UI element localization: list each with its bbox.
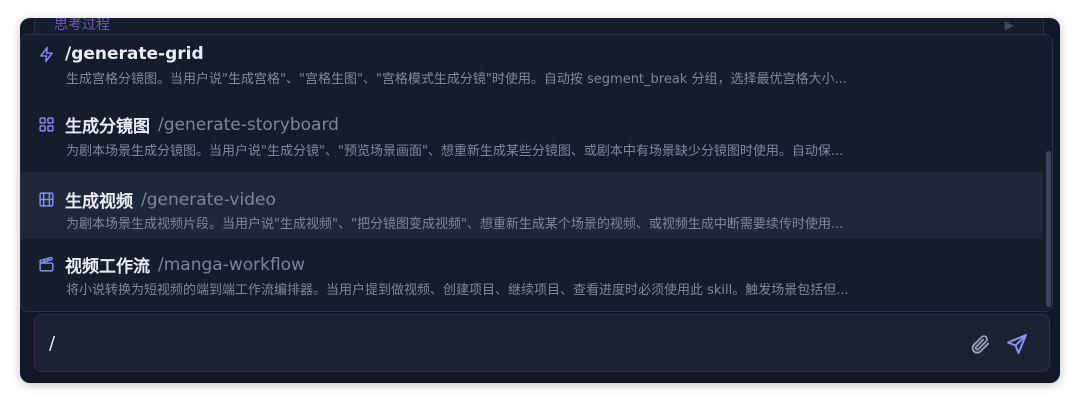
grid-icon bbox=[38, 116, 55, 133]
thinking-label: 思考过程 bbox=[54, 18, 110, 33]
paperclip-icon bbox=[971, 335, 990, 354]
chat-window: 思考过程 ▶ /generate-grid 生成宫格分镜图。当用户说"生成宫格"… bbox=[20, 18, 1060, 383]
command-slug: /generate-video bbox=[141, 189, 276, 210]
attach-button[interactable] bbox=[969, 333, 991, 355]
command-item-manga-workflow[interactable]: 视频工作流 /manga-workflow 将小说转换为短视频的端到端工作流编排… bbox=[21, 239, 1043, 306]
command-title: /generate-grid bbox=[38, 44, 212, 64]
chat-input[interactable]: / bbox=[49, 333, 55, 354]
command-title: 生成视频 /generate-video bbox=[38, 187, 276, 212]
lightning-icon bbox=[38, 46, 55, 63]
command-slug: /manga-workflow bbox=[158, 254, 305, 275]
send-icon bbox=[1007, 334, 1027, 354]
command-item-generate-video[interactable]: 生成视频 /generate-video 为剧本场景生成视频片段。当用户说"生成… bbox=[21, 172, 1043, 239]
film-icon bbox=[38, 191, 55, 208]
command-title: 视频工作流 /manga-workflow bbox=[38, 252, 305, 277]
command-item-generate-grid[interactable]: /generate-grid 生成宫格分镜图。当用户说"生成宫格"、"宫格生图"… bbox=[21, 35, 1043, 102]
command-description: 生成宫格分镜图。当用户说"生成宫格"、"宫格生图"、"宫格模式生成分镜"时使用。… bbox=[66, 72, 847, 87]
command-name: 视频工作流 bbox=[65, 257, 150, 277]
command-title: 生成分镜图 /generate-storyboard bbox=[38, 112, 339, 137]
command-name: 生成分镜图 bbox=[65, 117, 150, 137]
command-description: 为剧本场景生成分镜图。当用户说"生成分镜"、"预览场景画面"、想重新生成某些分镜… bbox=[66, 144, 844, 159]
command-description: 将小说转换为短视频的端到端工作流编排器。当用户提到做视频、创建项目、继续项目、查… bbox=[66, 283, 849, 298]
command-description: 为剧本场景生成视频片段。当用户说"生成视频"、"把分镜图变成视频"、想重新生成某… bbox=[66, 217, 844, 232]
command-name: 生成视频 bbox=[65, 192, 133, 212]
command-slug: /generate-storyboard bbox=[158, 114, 339, 135]
slash-command-popup: /generate-grid 生成宫格分镜图。当用户说"生成宫格"、"宫格生图"… bbox=[20, 34, 1053, 312]
send-button[interactable] bbox=[1005, 332, 1029, 356]
command-name: /generate-grid bbox=[65, 44, 204, 64]
popup-scrollbar-thumb[interactable] bbox=[1046, 151, 1051, 307]
chat-input-bar: / bbox=[34, 314, 1050, 372]
play-icon[interactable]: ▶ bbox=[1005, 18, 1014, 32]
clapperboard-icon bbox=[38, 256, 55, 273]
command-item-generate-storyboard[interactable]: 生成分镜图 /generate-storyboard 为剧本场景生成分镜图。当用… bbox=[21, 102, 1043, 169]
